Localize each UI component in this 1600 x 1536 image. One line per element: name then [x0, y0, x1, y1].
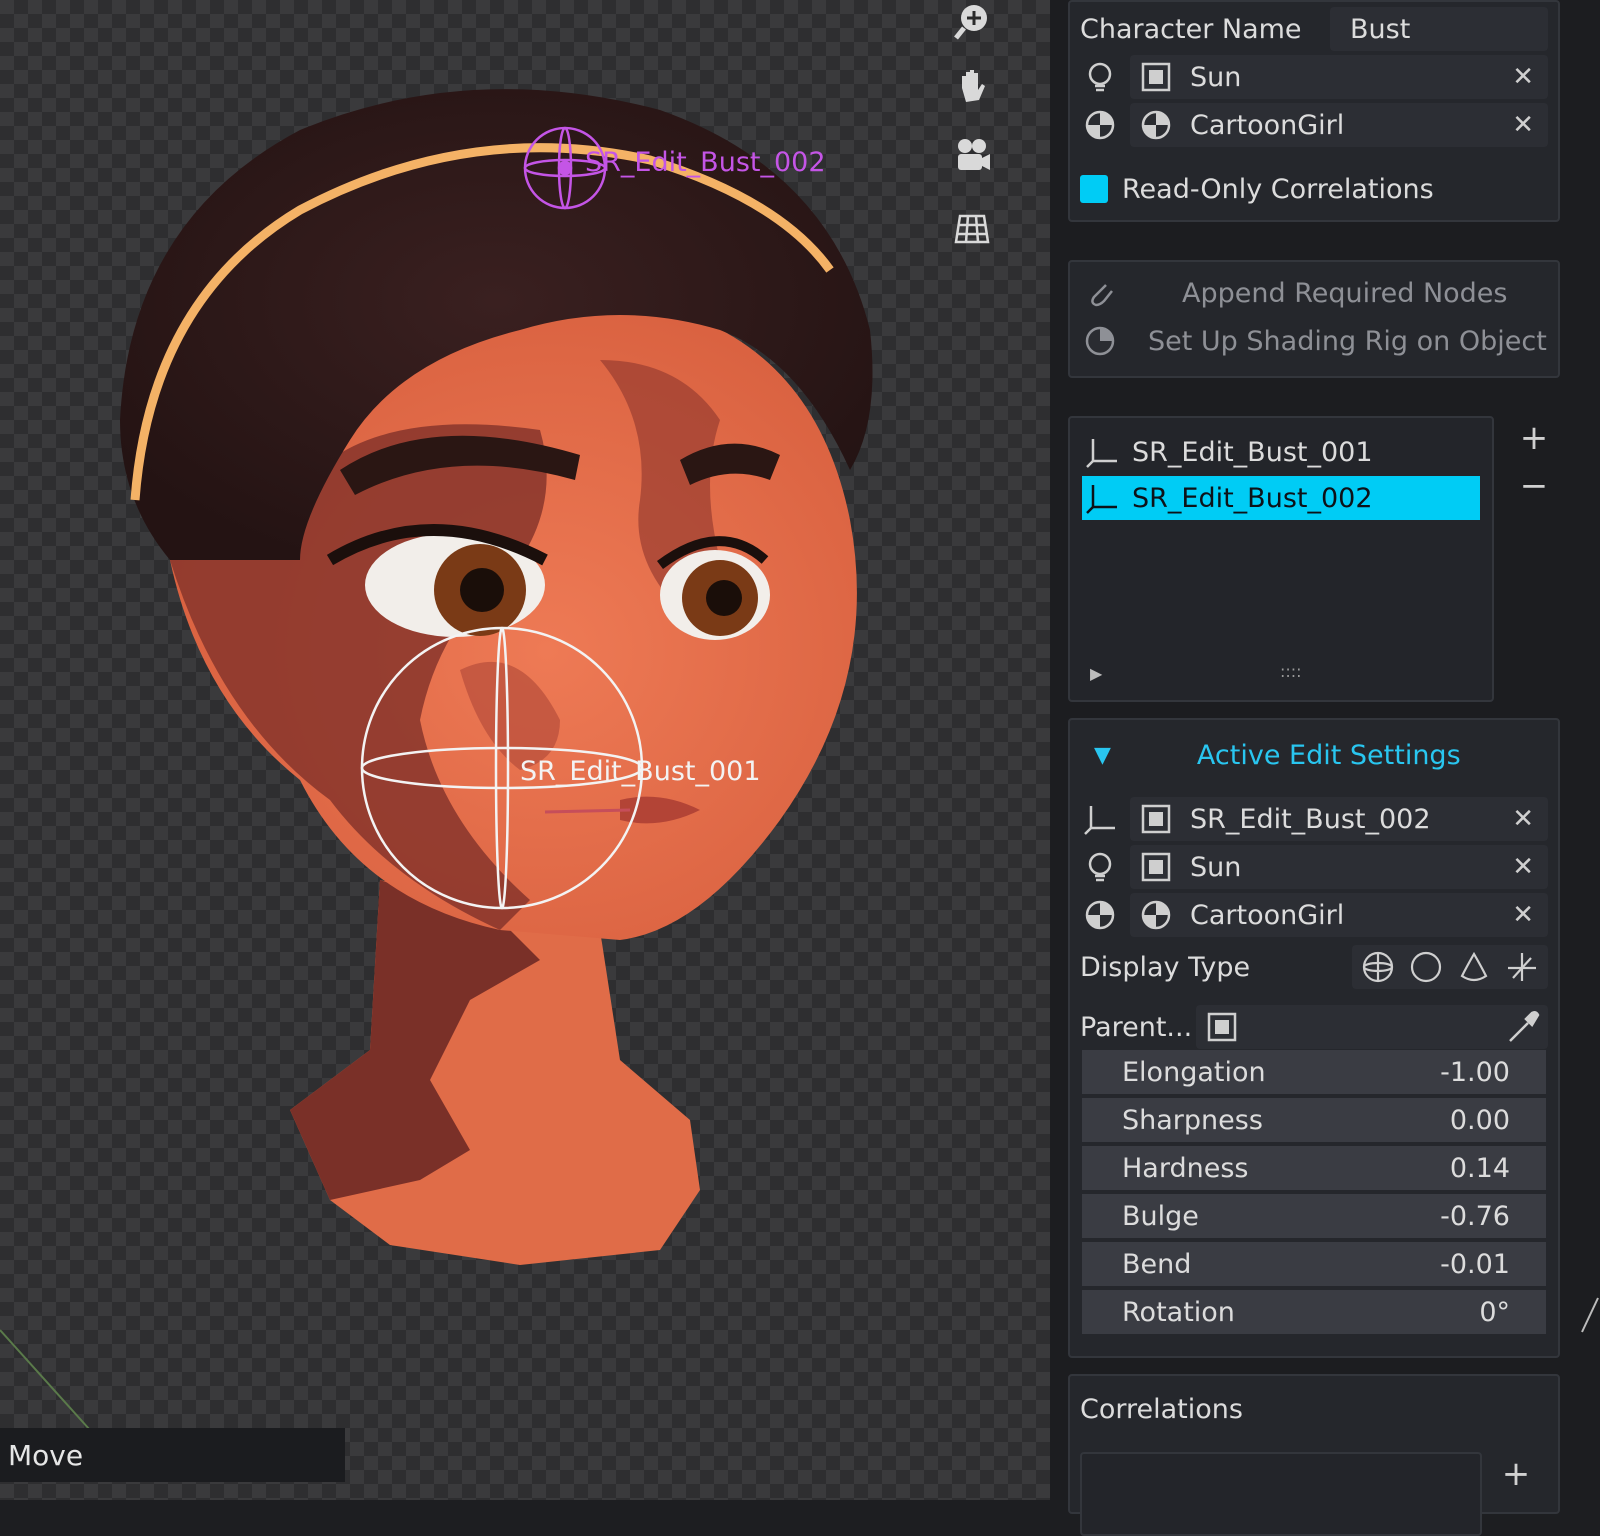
bulge-value: -0.76 [1440, 1200, 1510, 1232]
setup-rig-button[interactable]: Set Up Shading Rig on Object [1080, 318, 1548, 364]
clear-active-material-button[interactable]: ✕ [1512, 900, 1534, 930]
rotation-value: 0° [1479, 1296, 1510, 1328]
status-bar: Move [0, 1428, 345, 1482]
pan-hand-icon[interactable] [950, 64, 994, 108]
active-light-value: Sun [1190, 851, 1242, 883]
list-item-label: SR_Edit_Bust_001 [1132, 436, 1373, 468]
eyedropper-icon[interactable] [1506, 1009, 1542, 1052]
bend-slider[interactable]: Bend -0.01 [1082, 1242, 1546, 1286]
clear-material-button[interactable]: ✕ [1512, 110, 1534, 140]
circle-gizmo-icon[interactable] [1406, 947, 1446, 987]
gizmo-label-002: SR_Edit_Bust_002 [585, 147, 826, 178]
active-settings-header[interactable]: ▼ Active Edit Settings [1080, 732, 1548, 778]
parent-label: Parent... [1080, 1011, 1193, 1043]
active-settings-title: Active Edit Settings [1196, 739, 1461, 771]
active-material-value: CartoonGirl [1190, 899, 1345, 931]
edit-list[interactable]: SR_Edit_Bust_001 SR_Edit_Bust_002 ▶ :::: [1068, 416, 1494, 702]
bend-label: Bend [1122, 1248, 1192, 1280]
append-nodes-label: Append Required Nodes [1182, 277, 1508, 309]
elongation-label: Elongation [1122, 1056, 1266, 1088]
clear-active-light-button[interactable]: ✕ [1512, 852, 1534, 882]
add-correlation-button[interactable]: + [1494, 1452, 1538, 1496]
bulge-label: Bulge [1122, 1200, 1199, 1232]
readonly-checkbox[interactable] [1080, 175, 1108, 203]
object-icon [1136, 799, 1176, 839]
actions-panel: Append Required Nodes Set Up Shading Rig… [1068, 260, 1560, 378]
sharpness-slider[interactable]: Sharpness 0.00 [1082, 1098, 1546, 1142]
clear-light-button[interactable]: ✕ [1512, 62, 1534, 92]
character-name-label: Character Name [1080, 13, 1302, 45]
expand-arrow-icon[interactable]: ▶ [1090, 664, 1102, 683]
grid-icon[interactable] [950, 206, 994, 250]
cone-gizmo-icon[interactable] [1454, 947, 1494, 987]
material-value: CartoonGirl [1190, 109, 1345, 141]
clear-active-edit-button[interactable]: ✕ [1512, 804, 1534, 834]
empty-axes-icon [1080, 799, 1120, 839]
gizmo-label-001: SR_Edit_Bust_001 [520, 756, 761, 787]
empty-axes-icon [1082, 432, 1122, 472]
correlations-panel: Correlations + [1068, 1374, 1560, 1536]
resize-handle-icon[interactable] [1580, 1296, 1600, 1336]
hardness-value: 0.14 [1449, 1152, 1510, 1184]
light-object-value: Sun [1190, 61, 1242, 93]
readonly-label: Read-Only Correlations [1122, 173, 1434, 205]
active-edit-settings-panel: ▼ Active Edit Settings SR_Edit_Bust_002 … [1068, 718, 1560, 1358]
parent-field[interactable] [1196, 1005, 1548, 1049]
light-object-field[interactable]: Sun ✕ [1130, 55, 1548, 99]
collapse-triangle-icon[interactable]: ▼ [1094, 743, 1111, 768]
material-icon [1080, 105, 1120, 145]
character-panel: Character Name Bust Sun ✕ CartoonGirl ✕ [1068, 0, 1560, 222]
character-name-value: Bust [1350, 13, 1411, 45]
sharpness-label: Sharpness [1122, 1104, 1263, 1136]
active-material-field[interactable]: CartoonGirl ✕ [1130, 893, 1548, 937]
list-item-selected[interactable]: SR_Edit_Bust_002 [1082, 476, 1480, 520]
resize-grip[interactable]: :::: [1280, 662, 1302, 681]
display-type-selector [1352, 945, 1548, 989]
object-icon [1136, 57, 1176, 97]
add-edit-button[interactable]: + [1512, 416, 1556, 460]
append-nodes-button[interactable]: Append Required Nodes [1080, 270, 1548, 316]
character-name-field[interactable]: Bust [1330, 7, 1548, 51]
empty-axes-icon [1082, 478, 1122, 518]
active-edit-field[interactable]: SR_Edit_Bust_002 ✕ [1130, 797, 1548, 841]
zoom-icon[interactable] [950, 0, 994, 44]
list-item[interactable]: SR_Edit_Bust_001 [1082, 430, 1480, 474]
object-icon [1136, 847, 1176, 887]
correlations-list[interactable] [1080, 1452, 1482, 1536]
elongation-value: -1.00 [1440, 1056, 1510, 1088]
correlations-title: Correlations [1080, 1393, 1243, 1425]
rotation-slider[interactable]: Rotation 0° [1082, 1290, 1546, 1334]
shading-rig-sidebar: Character Name Bust Sun ✕ CartoonGirl ✕ [1050, 0, 1600, 1536]
light-bulb-icon [1080, 57, 1120, 97]
bend-value: -0.01 [1440, 1248, 1510, 1280]
object-icon [1202, 1007, 1242, 1047]
axes-gizmo-icon[interactable] [1502, 947, 1542, 987]
hardness-slider[interactable]: Hardness 0.14 [1082, 1146, 1546, 1190]
character-render [0, 89, 873, 1431]
sphere-gizmo-icon[interactable] [1358, 947, 1398, 987]
camera-icon[interactable] [950, 134, 994, 178]
display-type-label: Display Type [1080, 951, 1251, 983]
material-slot-icon [1136, 895, 1176, 935]
rotation-label: Rotation [1122, 1296, 1235, 1328]
material-icon [1080, 895, 1120, 935]
3d-viewport[interactable]: SR_Edit_Bust_002 SR_Edit_Bust_001 Move [0, 0, 1050, 1500]
list-item-label: SR_Edit_Bust_002 [1132, 482, 1373, 514]
elongation-slider[interactable]: Elongation -1.00 [1082, 1050, 1546, 1094]
material-field[interactable]: CartoonGirl ✕ [1130, 103, 1548, 147]
remove-edit-button[interactable]: − [1512, 464, 1556, 508]
material-slot-icon [1136, 105, 1176, 145]
light-bulb-icon [1080, 847, 1120, 887]
setup-rig-label: Set Up Shading Rig on Object [1148, 325, 1547, 357]
active-edit-value: SR_Edit_Bust_002 [1190, 803, 1431, 835]
status-text: Move [8, 1438, 84, 1472]
shading-icon [1080, 321, 1120, 361]
paperclip-icon [1080, 273, 1120, 313]
sharpness-value: 0.00 [1449, 1104, 1510, 1136]
bulge-slider[interactable]: Bulge -0.76 [1082, 1194, 1546, 1238]
hardness-label: Hardness [1122, 1152, 1249, 1184]
active-light-field[interactable]: Sun ✕ [1130, 845, 1548, 889]
